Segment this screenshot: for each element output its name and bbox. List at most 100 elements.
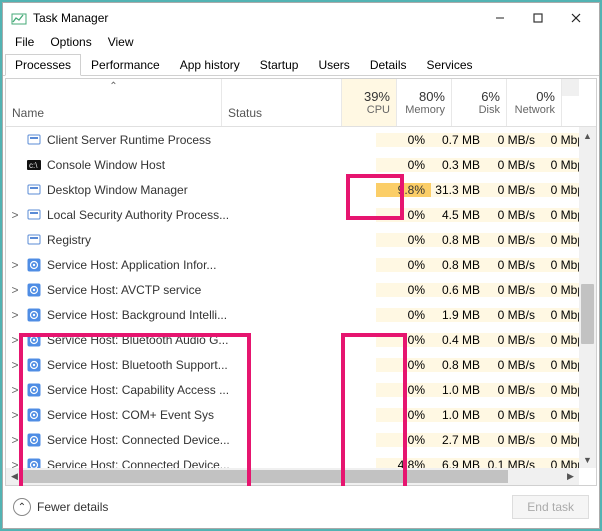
tab-performance[interactable]: Performance [81, 54, 170, 76]
col-cpu[interactable]: 39% CPU [342, 79, 397, 126]
tab-app-history[interactable]: App history [170, 54, 250, 76]
memory-header-pct: 80% [419, 89, 445, 104]
process-row[interactable]: >Service Host: Bluetooth Support...0%0.8… [6, 352, 596, 377]
process-icon [26, 282, 42, 298]
header-scroll-spacer [562, 79, 579, 96]
end-task-button[interactable]: End task [512, 495, 589, 519]
disk-cell: 0 MB/s [486, 383, 541, 397]
process-icon [26, 407, 42, 423]
chevron-up-icon: ⌃ [13, 498, 31, 516]
scroll-down-icon[interactable]: ▼ [579, 451, 596, 468]
network-header-label: Network [515, 104, 555, 116]
process-icon [26, 207, 42, 223]
process-name: Service Host: Bluetooth Audio G... [47, 333, 256, 347]
disk-cell: 0 MB/s [486, 158, 541, 172]
menu-view[interactable]: View [100, 34, 142, 50]
process-name: Service Host: Bluetooth Support... [47, 358, 256, 372]
memory-cell: 1.0 MB [431, 408, 486, 422]
process-name: Console Window Host [47, 158, 256, 172]
process-row[interactable]: >Service Host: Connected Device...4.8%6.… [6, 452, 596, 468]
memory-cell: 31.3 MB [431, 183, 486, 197]
task-manager-window: Task Manager File Options View Processes… [2, 2, 600, 529]
hscroll-thumb[interactable] [23, 470, 508, 483]
scroll-right-icon[interactable]: ▶ [562, 468, 579, 485]
disk-cell: 0 MB/s [486, 208, 541, 222]
process-row[interactable]: Client Server Runtime Process0%0.7 MB0 M… [6, 127, 596, 152]
network-header-pct: 0% [536, 89, 555, 104]
col-memory[interactable]: 80% Memory [397, 79, 452, 126]
scroll-up-icon[interactable]: ▲ [579, 127, 596, 144]
minimize-button[interactable] [481, 4, 519, 32]
menu-file[interactable]: File [7, 34, 42, 50]
tab-services[interactable]: Services [417, 54, 483, 76]
process-icon [26, 307, 42, 323]
horizontal-scrollbar[interactable]: ◀ ▶ [6, 468, 579, 485]
process-row[interactable]: >Service Host: Application Infor...0%0.8… [6, 252, 596, 277]
disk-header-pct: 6% [481, 89, 500, 104]
expand-icon[interactable]: > [6, 308, 24, 322]
tab-users[interactable]: Users [308, 54, 359, 76]
expand-icon[interactable]: > [6, 208, 24, 222]
scroll-thumb[interactable] [581, 284, 594, 344]
process-row[interactable]: >Service Host: Capability Access ...0%1.… [6, 377, 596, 402]
menu-options[interactable]: Options [42, 34, 99, 50]
process-name: Service Host: Connected Device... [47, 433, 256, 447]
col-status[interactable]: Status [222, 79, 342, 126]
memory-cell: 0.6 MB [431, 283, 486, 297]
scroll-left-icon[interactable]: ◀ [6, 468, 23, 485]
process-row[interactable]: c:\Console Window Host0%0.3 MB0 MB/s0 Mb… [6, 152, 596, 177]
col-name-label: Name [12, 106, 44, 120]
close-button[interactable] [557, 4, 595, 32]
process-name: Service Host: Capability Access ... [47, 383, 256, 397]
col-network[interactable]: 0% Network [507, 79, 562, 126]
cpu-cell: 0% [376, 283, 431, 297]
process-row[interactable]: Desktop Window Manager9.8%31.3 MB0 MB/s0… [6, 177, 596, 202]
process-row[interactable]: >Service Host: Connected Device...0%2.7 … [6, 427, 596, 452]
expand-icon[interactable]: > [6, 383, 24, 397]
memory-header-label: Memory [405, 104, 445, 116]
process-icon [26, 132, 42, 148]
col-disk[interactable]: 6% Disk [452, 79, 507, 126]
expand-icon[interactable]: > [6, 458, 24, 469]
cpu-cell: 0% [376, 258, 431, 272]
process-name: Client Server Runtime Process [47, 133, 256, 147]
menu-bar: File Options View [3, 33, 599, 53]
process-icon [26, 332, 42, 348]
process-row[interactable]: Registry0%0.8 MB0 MB/s0 Mbps [6, 227, 596, 252]
memory-cell: 0.8 MB [431, 358, 486, 372]
fewer-details-button[interactable]: ⌃ Fewer details [13, 498, 108, 516]
cpu-cell: 0% [376, 233, 431, 247]
expand-icon[interactable]: > [6, 283, 24, 297]
col-name[interactable]: ⌃ Name [6, 79, 222, 126]
expand-icon[interactable]: > [6, 333, 24, 347]
process-row[interactable]: >Service Host: Background Intelli...0%1.… [6, 302, 596, 327]
tab-details[interactable]: Details [360, 54, 417, 76]
process-row[interactable]: >Service Host: COM+ Event Sys0%1.0 MB0 M… [6, 402, 596, 427]
disk-cell: 0 MB/s [486, 333, 541, 347]
fewer-details-label: Fewer details [37, 500, 108, 514]
expand-icon[interactable]: > [6, 433, 24, 447]
tab-startup[interactable]: Startup [250, 54, 309, 76]
process-name: Service Host: Application Infor... [47, 258, 256, 272]
cpu-cell: 0% [376, 158, 431, 172]
expand-icon[interactable]: > [6, 258, 24, 272]
cpu-cell: 0% [376, 333, 431, 347]
expand-icon[interactable]: > [6, 358, 24, 372]
process-name: Service Host: Connected Device... [47, 458, 256, 469]
disk-cell: 0 MB/s [486, 308, 541, 322]
process-icon [26, 182, 42, 198]
col-status-label: Status [228, 106, 262, 120]
disk-cell: 0 MB/s [486, 258, 541, 272]
memory-cell: 0.8 MB [431, 233, 486, 247]
title-bar[interactable]: Task Manager [3, 3, 599, 33]
vertical-scrollbar[interactable]: ▲ ▼ [579, 127, 596, 468]
footer-bar: ⌃ Fewer details End task [3, 486, 599, 528]
process-rows: Client Server Runtime Process0%0.7 MB0 M… [6, 127, 596, 468]
maximize-button[interactable] [519, 4, 557, 32]
expand-icon[interactable]: > [6, 408, 24, 422]
process-row[interactable]: >Service Host: Bluetooth Audio G...0%0.4… [6, 327, 596, 352]
tab-processes[interactable]: Processes [5, 54, 81, 76]
process-row[interactable]: >Local Security Authority Process...0%4.… [6, 202, 596, 227]
process-row[interactable]: >Service Host: AVCTP service0%0.6 MB0 MB… [6, 277, 596, 302]
memory-cell: 2.7 MB [431, 433, 486, 447]
